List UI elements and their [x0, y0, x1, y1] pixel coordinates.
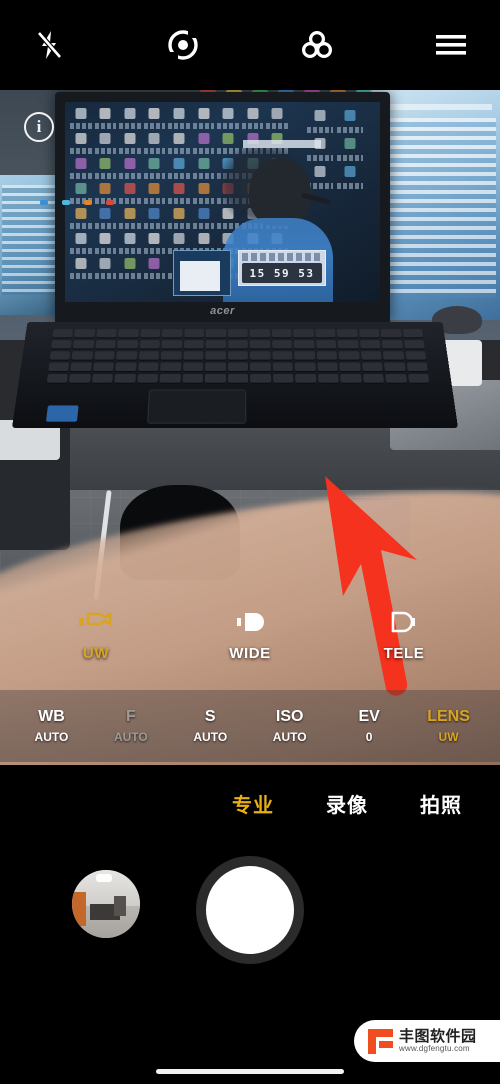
pro-control-s[interactable]: S AUTO: [182, 708, 238, 744]
pro-control-lens-key: LENS: [427, 708, 470, 726]
watermark-site-url: www.dgfengtu.com: [399, 1045, 477, 1053]
pro-control-lens-value: UW: [439, 730, 459, 744]
pro-control-s-value: AUTO: [193, 730, 227, 744]
pro-control-wb-value: AUTO: [35, 730, 69, 744]
pro-control-iso-value: AUTO: [273, 730, 307, 744]
info-icon[interactable]: i: [24, 112, 54, 142]
pro-control-lens[interactable]: LENS UW: [421, 708, 477, 744]
lens-wide-icon: [233, 609, 267, 640]
pro-control-iso[interactable]: ISO AUTO: [262, 708, 318, 744]
pro-control-ev-value: 0: [366, 730, 373, 744]
pro-control-ev[interactable]: EV 0: [341, 708, 397, 744]
flash-off-icon[interactable]: [26, 22, 72, 68]
pro-control-wb[interactable]: WB AUTO: [23, 708, 79, 744]
watermark-logo-icon: [368, 1029, 393, 1054]
pro-control-wb-key: WB: [38, 708, 65, 726]
pro-controls-bar: WB AUTO F AUTO S AUTO ISO AUTO EV 0 LENS…: [0, 690, 500, 762]
mode-tab-pro[interactable]: 专业: [232, 789, 274, 818]
lens-option-uw-label: UW: [83, 645, 109, 662]
pro-control-ev-key: EV: [358, 708, 379, 726]
camera-mode-tabs: 专业 录像 拍照: [0, 778, 500, 828]
watermark-badge: 丰图软件园 www.dgfengtu.com: [354, 1020, 500, 1062]
pro-control-iso-key: ISO: [276, 708, 304, 726]
gallery-thumbnail[interactable]: [72, 870, 140, 938]
lens-option-wide-label: WIDE: [229, 645, 271, 662]
camera-shutter-bar: [0, 848, 500, 973]
desktop-clock-widget: 15 59 53: [238, 250, 326, 286]
camera-top-toolbar: [0, 0, 500, 90]
mode-tab-photo[interactable]: 拍照: [420, 789, 462, 818]
lens-option-uw[interactable]: UW: [48, 609, 144, 662]
shutter-button-inner: [206, 866, 294, 954]
hdr-target-icon[interactable]: [160, 22, 206, 68]
laptop-base: [12, 322, 458, 428]
lens-selector: UW WIDE TELE: [0, 600, 500, 670]
lens-option-wide[interactable]: WIDE: [202, 609, 298, 662]
color-filter-icon[interactable]: [294, 22, 340, 68]
laptop-brand-logo: acer: [210, 305, 235, 317]
pro-control-f-value: AUTO: [114, 730, 148, 744]
lens-option-tele[interactable]: TELE: [356, 609, 452, 662]
pro-control-f[interactable]: F AUTO: [103, 708, 159, 744]
mode-tab-video[interactable]: 录像: [326, 789, 368, 818]
home-indicator[interactable]: [156, 1069, 344, 1074]
watermark-site-name: 丰图软件园: [399, 1029, 477, 1045]
lens-option-tele-label: TELE: [384, 645, 425, 662]
hamburger-menu-icon[interactable]: [428, 22, 474, 68]
camera-app-screen: 15 59 53 acer i UW WIDE TELE WB AUTO F A…: [0, 0, 500, 1084]
clock-digits: 15 59 53: [242, 263, 322, 283]
lens-tele-icon: [387, 609, 421, 640]
pro-control-s-key: S: [205, 708, 216, 726]
pro-control-f-key: F: [126, 708, 136, 726]
watermark-ears-decoration: [409, 1020, 435, 1024]
lens-ultrawide-icon: [79, 609, 113, 640]
shutter-button[interactable]: [196, 856, 304, 964]
info-icon-glyph: i: [37, 117, 42, 137]
